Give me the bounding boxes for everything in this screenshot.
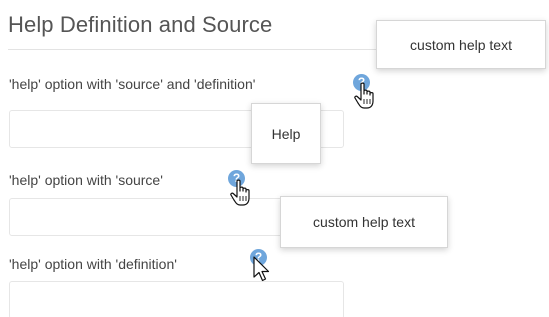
field-label-source: 'help' option with 'source' [9,172,163,188]
help-question-icon[interactable]: ? [250,249,267,266]
help-question-icon[interactable]: ? [353,74,370,91]
section-title: Help Definition and Source [8,12,273,37]
help-tooltip: custom help text [376,20,546,69]
help-definition-panel: Help Definition and Source 'help' option… [0,0,549,317]
title-divider [8,49,380,50]
definition-input[interactable] [9,281,344,317]
help-tooltip: Help [251,103,321,164]
field-label-source-and-definition: 'help' option with 'source' and 'definit… [9,76,256,92]
field-label-definition: 'help' option with 'definition' [9,256,177,272]
help-tooltip: custom help text [280,196,448,248]
help-question-icon[interactable]: ? [228,170,245,187]
